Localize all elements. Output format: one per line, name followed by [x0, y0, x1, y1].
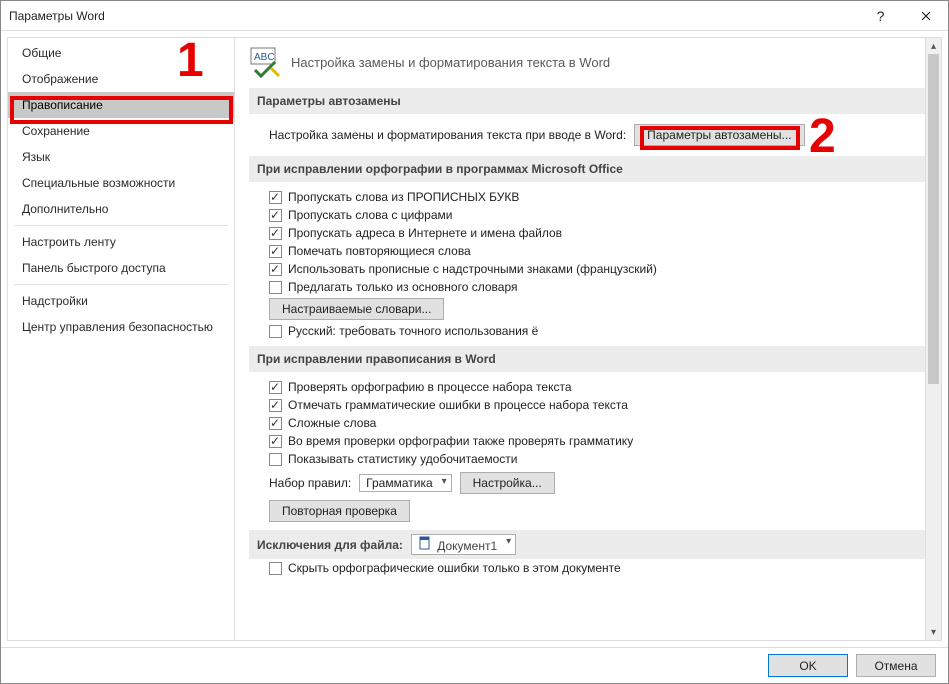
chk-russian-yo[interactable] — [269, 325, 282, 338]
ruleset-label: Набор правил: — [269, 476, 351, 490]
lbl-readability: Показывать статистику удобочитаемости — [288, 452, 517, 466]
chk-hide-spelling-this-doc[interactable] — [269, 562, 282, 575]
chk-complex-words[interactable] — [269, 417, 282, 430]
chk-repeated[interactable] — [269, 245, 282, 258]
autocorrect-options-button[interactable]: Параметры автозамены... — [634, 124, 804, 146]
category-sidebar: Общие Отображение Правописание Сохранени… — [7, 37, 235, 641]
exceptions-doc-combo[interactable]: Документ1 — [411, 534, 516, 555]
sidebar-item-advanced[interactable]: Дополнительно — [8, 196, 234, 222]
page-heading: Настройка замены и форматирования текста… — [291, 55, 610, 70]
scroll-thumb[interactable] — [928, 54, 939, 384]
section-autocorrect-title: Параметры автозамены — [249, 88, 925, 114]
sidebar-separator — [14, 284, 228, 285]
chk-spell-as-type[interactable] — [269, 381, 282, 394]
lbl-numbers: Пропускать слова с цифрами — [288, 208, 452, 222]
page-heading-row: ABC Настройка замены и форматирования те… — [249, 46, 925, 78]
scroll-down-icon[interactable]: ▾ — [926, 624, 941, 640]
sidebar-item-display[interactable]: Отображение — [8, 66, 234, 92]
sidebar-item-trust-center[interactable]: Центр управления безопасностью — [8, 314, 234, 340]
sidebar-item-customize-ribbon[interactable]: Настроить ленту — [8, 229, 234, 255]
window-title: Параметры Word — [9, 9, 858, 23]
ok-button[interactable]: OK — [768, 654, 848, 677]
lbl-uppercase: Пропускать слова из ПРОПИСНЫХ БУКВ — [288, 190, 519, 204]
lbl-french: Использовать прописные с надстрочными зн… — [288, 262, 657, 276]
lbl-hide-spelling-this-doc: Скрыть орфографические ошибки только в э… — [288, 561, 621, 575]
sidebar-separator — [14, 225, 228, 226]
chk-grammar-with-spell[interactable] — [269, 435, 282, 448]
sidebar-item-addins[interactable]: Надстройки — [8, 288, 234, 314]
chk-readability[interactable] — [269, 453, 282, 466]
autocorrect-desc: Настройка замены и форматирования текста… — [269, 128, 626, 142]
dialog-body: Общие Отображение Правописание Сохранени… — [1, 31, 948, 647]
help-button[interactable]: ? — [858, 1, 903, 30]
sidebar-item-save[interactable]: Сохранение — [8, 118, 234, 144]
section-exceptions: Исключения для файла: Документ1 — [249, 530, 925, 559]
custom-dictionaries-button[interactable]: Настраиваемые словари... — [269, 298, 444, 320]
lbl-repeated: Помечать повторяющиеся слова — [288, 244, 471, 258]
svg-text:ABC: ABC — [254, 52, 275, 63]
chk-uppercase[interactable] — [269, 191, 282, 204]
chk-numbers[interactable] — [269, 209, 282, 222]
sidebar-item-general[interactable]: Общие — [8, 40, 234, 66]
dialog-footer: OK Отмена — [1, 647, 948, 683]
dialog-window: Параметры Word ? Общие Отображение Право… — [0, 0, 949, 684]
vertical-scrollbar[interactable]: ▴ ▾ — [925, 38, 941, 640]
lbl-urls: Пропускать адреса в Интернете и имена фа… — [288, 226, 562, 240]
chk-urls[interactable] — [269, 227, 282, 240]
ruleset-combo[interactable]: Грамматика — [359, 474, 451, 492]
content-panel: ABC Настройка замены и форматирования те… — [235, 37, 942, 641]
sidebar-item-language[interactable]: Язык — [8, 144, 234, 170]
lbl-russian-yo: Русский: требовать точного использования… — [288, 324, 538, 338]
close-button[interactable] — [903, 1, 948, 30]
lbl-spell-as-type: Проверять орфографию в процессе набора т… — [288, 380, 572, 394]
exceptions-doc-name: Документ1 — [437, 539, 497, 553]
sidebar-item-proofing[interactable]: Правописание — [8, 92, 234, 118]
chk-french[interactable] — [269, 263, 282, 276]
autocorrect-row: Настройка замены и форматирования текста… — [249, 120, 925, 150]
section-office-spelling-title: При исправлении орфографии в программах … — [249, 156, 925, 182]
lbl-main-dict: Предлагать только из основного словаря — [288, 280, 517, 294]
chk-grammar-as-type[interactable] — [269, 399, 282, 412]
content-scroll-area: ABC Настройка замены и форматирования те… — [249, 38, 925, 640]
section-word-spelling-title: При исправлении правописания в Word — [249, 346, 925, 372]
document-icon — [418, 536, 434, 552]
proofing-icon: ABC — [249, 46, 281, 78]
lbl-grammar-as-type: Отмечать грамматические ошибки в процесс… — [288, 398, 628, 412]
lbl-complex-words: Сложные слова — [288, 416, 376, 430]
ruleset-settings-button[interactable]: Настройка... — [460, 472, 555, 494]
sidebar-item-quick-access[interactable]: Панель быстрого доступа — [8, 255, 234, 281]
titlebar: Параметры Word ? — [1, 1, 948, 31]
scroll-up-icon[interactable]: ▴ — [926, 38, 941, 54]
cancel-button[interactable]: Отмена — [856, 654, 936, 677]
sidebar-item-accessibility[interactable]: Специальные возможности — [8, 170, 234, 196]
recheck-button[interactable]: Повторная проверка — [269, 500, 410, 522]
exceptions-label: Исключения для файла: — [257, 538, 403, 552]
chk-main-dict[interactable] — [269, 281, 282, 294]
ruleset-value: Грамматика — [366, 476, 432, 490]
lbl-grammar-with-spell: Во время проверки орфографии также прове… — [288, 434, 633, 448]
